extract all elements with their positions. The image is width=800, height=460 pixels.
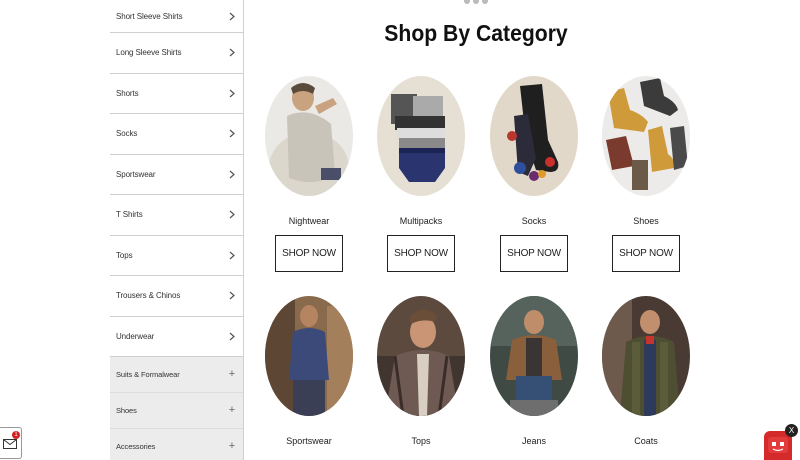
chevron-right-icon	[227, 128, 237, 140]
close-icon[interactable]: X	[785, 424, 798, 437]
section-title: Shop By Category	[384, 20, 568, 46]
sidebar-item-label: Socks	[116, 129, 138, 139]
category-image-jeans[interactable]	[490, 296, 578, 416]
chevron-right-icon	[227, 47, 237, 59]
category-image-tops[interactable]	[377, 296, 465, 416]
category-card-tops: Tops	[376, 296, 466, 446]
category-image-multipacks[interactable]	[377, 76, 465, 196]
sidebar-item-socks[interactable]: Socks	[110, 114, 243, 155]
category-name: Tops	[411, 436, 431, 446]
sidebar-item-label: Trousers & Chinos	[116, 291, 181, 301]
category-image-sportswear[interactable]	[265, 296, 353, 416]
category-name: Nightwear	[288, 216, 330, 226]
category-image-nightwear[interactable]	[265, 76, 353, 196]
sidebar-section-suits-formalwear[interactable]: Suits & Formalwear +	[110, 357, 243, 393]
category-card-nightwear: Nightwear SHOP NOW	[264, 76, 354, 272]
sidebar-item-label: Short Sleeve Shirts	[116, 11, 183, 21]
chevron-right-icon	[227, 209, 237, 221]
category-card-socks: Socks SHOP NOW	[489, 76, 579, 272]
category-name: Coats	[634, 436, 658, 446]
category-image-socks[interactable]	[490, 76, 578, 196]
plus-icon: +	[228, 404, 236, 416]
shop-now-button[interactable]: SHOP NOW	[387, 235, 455, 272]
sidebar-item-t-shirts[interactable]: T Shirts	[110, 195, 243, 236]
shop-now-button[interactable]: SHOP NOW	[275, 235, 343, 272]
chevron-right-icon	[227, 249, 237, 261]
chevron-right-icon	[227, 290, 237, 302]
sidebar-item-label: Underwear	[116, 331, 155, 341]
category-card-coats: Coats	[601, 296, 691, 446]
category-card-sportswear: Sportswear	[264, 296, 354, 446]
sidebar-item-tops[interactable]: Tops	[110, 236, 243, 276]
sidebar-item-long-sleeve-shirts[interactable]: Long Sleeve Shirts	[110, 33, 243, 74]
sidebar-section-accessories[interactable]: Accessories +	[110, 429, 243, 460]
chevron-right-icon	[227, 168, 237, 180]
category-name: Shoes	[633, 216, 659, 226]
shop-now-button[interactable]: SHOP NOW	[612, 235, 680, 272]
category-name: Sportswear	[286, 436, 332, 446]
chevron-right-icon	[227, 330, 237, 342]
sidebar-item-sportswear[interactable]: Sportswear	[110, 155, 243, 195]
notification-badge: 1	[12, 431, 20, 439]
category-name: Socks	[521, 216, 547, 226]
sidebar-section-label: Suits & Formalwear	[116, 370, 180, 379]
sidebar-section-label: Accessories	[116, 442, 156, 451]
sidebar-item-label: Sportswear	[116, 169, 156, 179]
category-name: Jeans	[521, 436, 547, 446]
sidebar-section-label: Shoes	[116, 406, 137, 415]
sidebar-item-label: Tops	[116, 250, 133, 260]
sidebar-item-trousers-chinos[interactable]: Trousers & Chinos	[110, 276, 243, 317]
category-card-multipacks: Multipacks SHOP NOW	[376, 76, 466, 272]
sidebar-item-shorts[interactable]: Shorts	[110, 74, 243, 114]
chevron-right-icon	[227, 10, 237, 22]
category-card-jeans: Jeans	[489, 296, 579, 446]
sidebar-item-label: Shorts	[116, 88, 139, 98]
chevron-right-icon	[227, 87, 237, 99]
plus-icon: +	[228, 440, 236, 452]
category-name: Multipacks	[399, 216, 443, 226]
category-card-shoes: Shoes SHOP NOW	[601, 76, 691, 272]
category-sidebar: Short Sleeve Shirts Long Sleeve Shirts S…	[110, 0, 244, 460]
plus-icon: +	[228, 368, 236, 380]
sidebar-item-label: Long Sleeve Shirts	[116, 48, 182, 58]
main-content: Shop By Category Nightwear SHOP NOW Mult…	[244, 0, 800, 460]
sidebar-item-label: T Shirts	[116, 210, 143, 220]
category-image-shoes[interactable]	[602, 76, 690, 196]
sidebar-item-underwear[interactable]: Underwear	[110, 317, 243, 357]
carousel-indicator[interactable]	[461, 0, 491, 6]
category-image-coats[interactable]	[602, 296, 690, 416]
sidebar-section-shoes[interactable]: Shoes +	[110, 393, 243, 429]
shop-now-button[interactable]: SHOP NOW	[500, 235, 568, 272]
sidebar-item-short-sleeve-shirts[interactable]: Short Sleeve Shirts	[110, 0, 243, 33]
